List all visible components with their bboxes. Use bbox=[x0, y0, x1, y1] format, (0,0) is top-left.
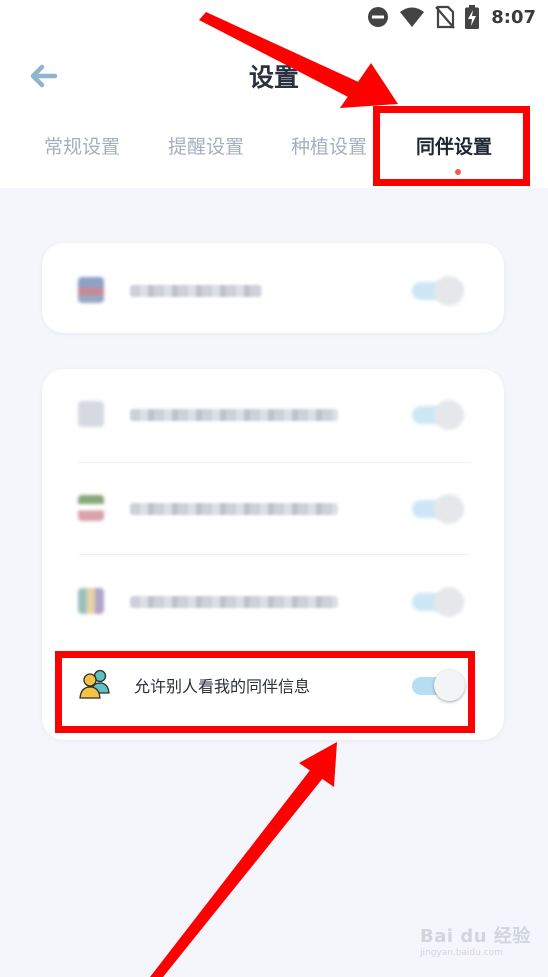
active-tab-indicator bbox=[455, 169, 461, 175]
companion-row bbox=[42, 562, 504, 642]
watermark-url: jingyan.baidu.com bbox=[420, 948, 504, 958]
page-title: 设置 bbox=[248, 63, 299, 92]
toggle-knob bbox=[434, 276, 464, 306]
watermark-brand: Bai du 经验 bbox=[420, 926, 531, 947]
status-time: 8:07 bbox=[491, 6, 536, 28]
companion-name-redacted bbox=[130, 285, 262, 297]
annotation-arrow-to-toggle bbox=[150, 742, 337, 977]
companion-name-redacted bbox=[130, 503, 338, 515]
status-bar: 8:07 bbox=[367, 4, 536, 30]
tab-companion-settings[interactable]: 同伴设置 bbox=[416, 132, 492, 159]
tab-planting-settings[interactable]: 种植设置 bbox=[291, 132, 367, 159]
people-icon bbox=[78, 667, 112, 701]
no-sim-icon bbox=[435, 5, 456, 29]
wifi-icon bbox=[399, 6, 425, 28]
companion-name-redacted bbox=[130, 596, 338, 608]
companion-avatar bbox=[78, 401, 104, 427]
companion-row bbox=[42, 469, 504, 549]
companion-card-list: 允许别人看我的同伴信息 bbox=[42, 369, 504, 740]
companion-row bbox=[42, 375, 504, 455]
allow-view-label: 允许别人看我的同伴信息 bbox=[134, 677, 311, 696]
toggle-knob bbox=[434, 400, 464, 430]
companion-toggle[interactable] bbox=[412, 587, 464, 617]
allow-view-toggle[interactable] bbox=[410, 669, 466, 701]
settings-tabs: 常规设置 提醒设置 种植设置 同伴设置 bbox=[0, 132, 548, 172]
companion-avatar bbox=[78, 495, 104, 521]
companion-card-single bbox=[42, 243, 504, 333]
toggle-knob bbox=[434, 494, 464, 524]
companion-name-redacted bbox=[130, 409, 338, 421]
companion-avatar bbox=[78, 588, 104, 614]
companion-toggle[interactable] bbox=[412, 400, 464, 430]
allow-view-companion-row: 允许别人看我的同伴信息 bbox=[42, 651, 504, 721]
battery-charging-icon bbox=[465, 5, 480, 29]
companion-avatar bbox=[78, 277, 104, 303]
companion-row bbox=[42, 251, 504, 331]
toggle-knob bbox=[434, 587, 464, 617]
tab-reminder-settings[interactable]: 提醒设置 bbox=[168, 132, 244, 159]
do-not-disturb-icon bbox=[367, 6, 389, 28]
companion-toggle[interactable] bbox=[412, 276, 464, 306]
row-divider bbox=[78, 462, 470, 463]
companion-toggle[interactable] bbox=[412, 494, 464, 524]
baidu-watermark: Bai du 经验 jingyan.baidu.com bbox=[420, 922, 540, 972]
tab-general-settings[interactable]: 常规设置 bbox=[44, 132, 120, 159]
toggle-knob bbox=[434, 670, 465, 701]
row-divider bbox=[78, 554, 470, 555]
